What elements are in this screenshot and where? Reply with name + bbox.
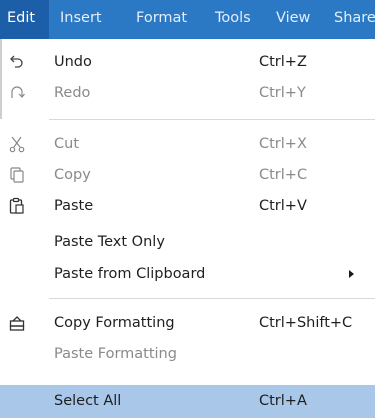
- menu-item-paste[interactable]: Paste Ctrl+V: [0, 191, 375, 222]
- menubar-share[interactable]: Share: [334, 0, 375, 39]
- redo-icon: [8, 84, 26, 102]
- cut-icon: [8, 135, 26, 153]
- menu-item-shortcut: Ctrl+A: [259, 393, 307, 409]
- menu-item-redo[interactable]: Redo Ctrl+Y: [0, 78, 375, 109]
- submenu-arrow-icon: [349, 270, 354, 278]
- menu-item-label: Paste from Clipboard: [54, 266, 206, 282]
- menu-item-label: Select All: [54, 393, 122, 409]
- menu-item-shortcut: Ctrl+Y: [259, 85, 306, 101]
- menu-item-undo[interactable]: Undo Ctrl+Z: [0, 47, 375, 78]
- menu-item-label: Copy Formatting: [54, 315, 175, 331]
- menu-item-shortcut: Ctrl+C: [259, 167, 308, 183]
- paste-icon: [8, 197, 26, 215]
- menu-separator: [49, 119, 375, 120]
- menu-item-paste-text-only[interactable]: Paste Text Only: [0, 227, 375, 258]
- menu-item-label: Paste Formatting: [54, 346, 177, 362]
- menu-item-select-all[interactable]: Select All Ctrl+A: [0, 385, 375, 418]
- paint-bucket-icon: [8, 314, 26, 332]
- menu-item-copy-formatting[interactable]: Copy Formatting Ctrl+Shift+C: [0, 308, 375, 339]
- menu-item-label: Copy: [54, 167, 91, 183]
- menu-item-label: Paste: [54, 198, 94, 214]
- menu-item-shortcut: Ctrl+Z: [259, 54, 307, 70]
- menu-item-cut[interactable]: Cut Ctrl+X: [0, 129, 375, 160]
- menubar-format[interactable]: Format: [136, 0, 187, 39]
- undo-icon: [8, 53, 26, 71]
- menu-item-label: Redo: [54, 85, 91, 101]
- menubar-tools[interactable]: Tools: [215, 0, 251, 39]
- copy-icon: [8, 166, 26, 184]
- menu-item-copy[interactable]: Copy Ctrl+C: [0, 160, 375, 191]
- menu-item-shortcut: Ctrl+Shift+C: [259, 315, 353, 331]
- menubar-edit[interactable]: Edit: [0, 0, 49, 39]
- menu-item-label: Cut: [54, 136, 79, 152]
- menu-item-paste-formatting[interactable]: Paste Formatting: [0, 339, 375, 370]
- menubar-view[interactable]: View: [276, 0, 310, 39]
- menu-item-label: Paste Text Only: [54, 234, 165, 250]
- menu-item-paste-from-clipboard[interactable]: Paste from Clipboard: [0, 259, 375, 290]
- menu-item-shortcut: Ctrl+V: [259, 198, 307, 214]
- menu-bar: Edit Insert Format Tools View Share: [0, 0, 375, 39]
- menu-separator: [49, 298, 375, 299]
- menu-item-shortcut: Ctrl+X: [259, 136, 307, 152]
- menu-item-label: Undo: [54, 54, 92, 70]
- menubar-insert[interactable]: Insert: [60, 0, 102, 39]
